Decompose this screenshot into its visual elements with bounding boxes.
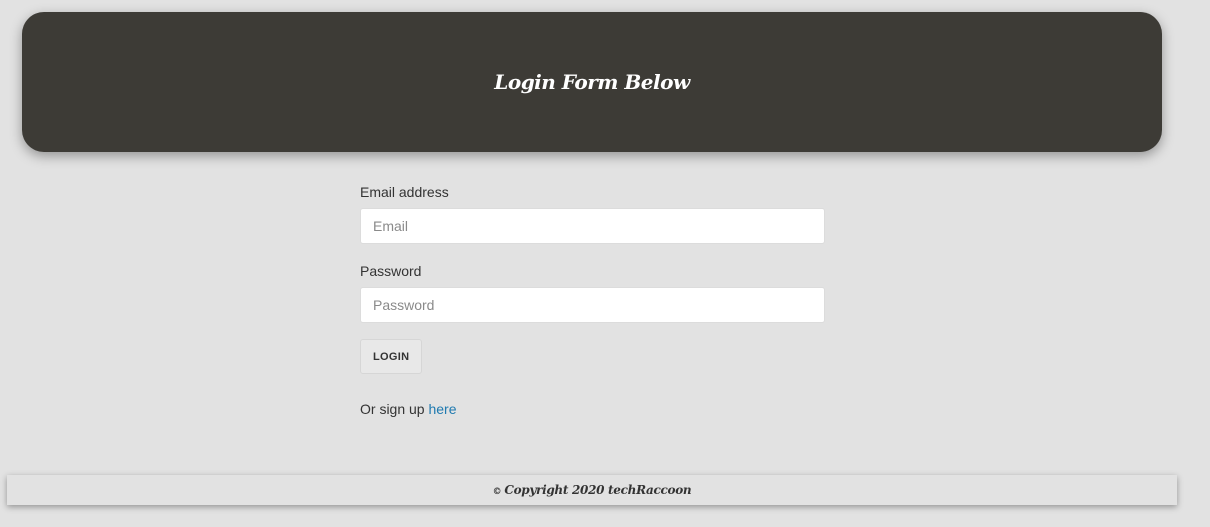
copyright-label: Copyright 2020 techRaccoon [504, 483, 692, 497]
password-label: Password [360, 263, 422, 279]
copyright-text: © Copyright 2020 techRaccoon [493, 483, 692, 497]
page-title: Login Form Below [494, 70, 690, 94]
signup-link[interactable]: here [428, 401, 456, 417]
email-field[interactable] [360, 208, 825, 244]
page-footer: © Copyright 2020 techRaccoon [7, 475, 1177, 505]
login-button[interactable]: LOGIN [360, 339, 423, 374]
page-header: Login Form Below [22, 12, 1162, 152]
signup-prefix: Or sign up [360, 401, 429, 417]
email-group: Email address [360, 183, 825, 244]
login-form: Email address Password LOGIN Or sign up … [360, 183, 825, 417]
copyright-symbol: © [492, 487, 502, 497]
password-group: Password [360, 262, 825, 323]
signup-text: Or sign up here [360, 401, 825, 417]
email-label: Email address [360, 184, 449, 200]
password-field[interactable] [360, 287, 825, 323]
